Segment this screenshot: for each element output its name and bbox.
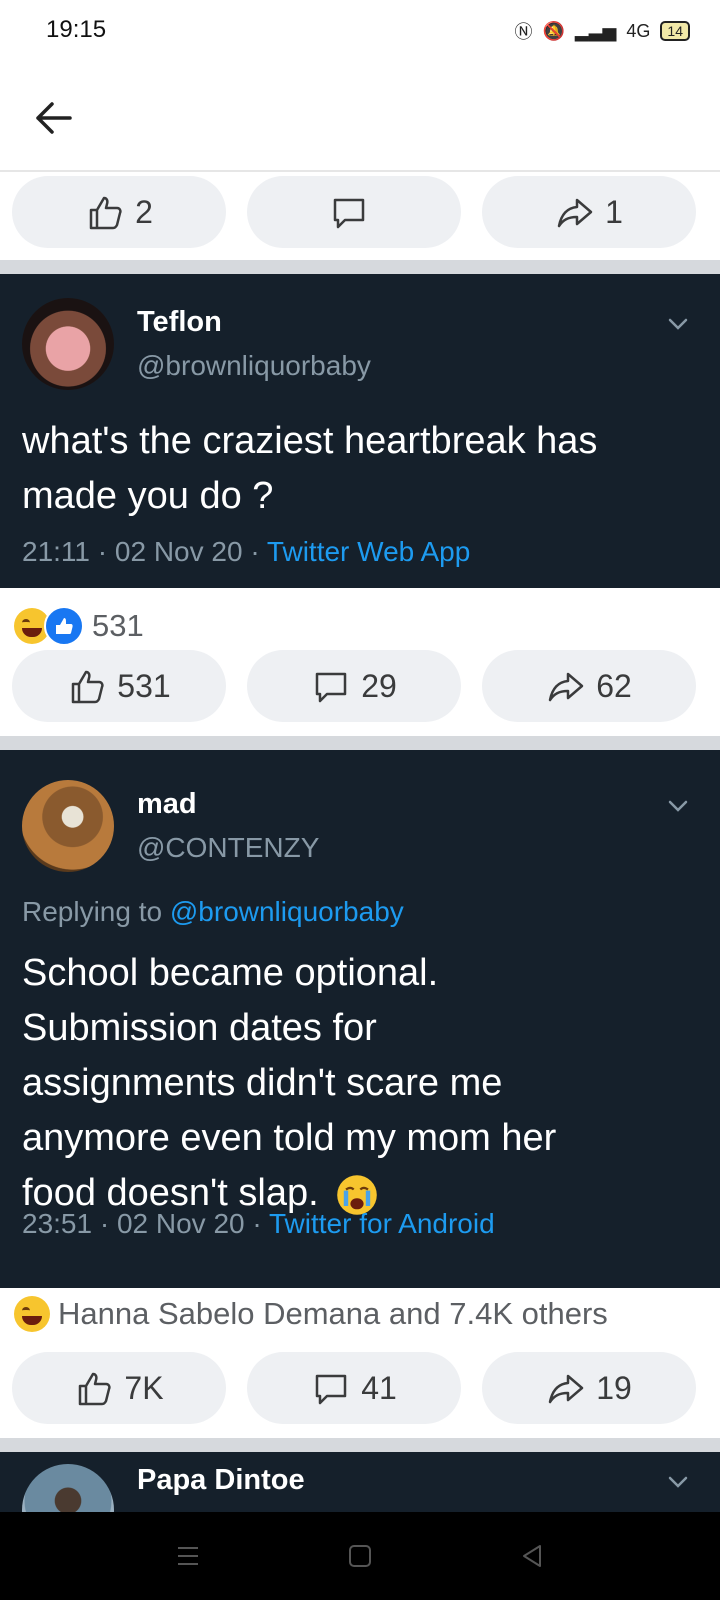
comment-button[interactable] (247, 176, 461, 248)
chevron-down-icon[interactable] (664, 310, 692, 338)
avatar[interactable] (22, 780, 114, 872)
tweet-time: 23:51 (22, 1208, 93, 1239)
share-icon (548, 1374, 584, 1404)
like-count: 531 (117, 667, 171, 704)
separator (0, 736, 720, 750)
tweet-meta: 21:11 · 02 Nov 20 · Twitter Web App (22, 536, 471, 567)
tweet-date: 02 Nov 20 (114, 536, 243, 567)
separator (0, 1438, 720, 1452)
like-count: 7K (124, 1369, 164, 1406)
reactions-summary[interactable]: 531 (14, 606, 144, 646)
back-arrow-icon (36, 102, 72, 134)
app-bar (0, 64, 720, 172)
tweet-text-line: Submission dates for (22, 1007, 377, 1049)
comment-button[interactable]: 29 (247, 650, 461, 722)
comment-icon (333, 198, 365, 229)
share-icon (557, 198, 593, 228)
share-button[interactable]: 19 (482, 1352, 696, 1424)
menu-icon[interactable] (172, 1540, 204, 1572)
like-count: 2 (135, 193, 153, 230)
comment-icon (315, 672, 347, 703)
separator (0, 260, 720, 274)
mute-bell-icon: 🔕 (542, 20, 565, 41)
like-button[interactable]: 531 (12, 650, 226, 722)
tweet-card[interactable]: mad @CONTENZY Replying to @brownliquorba… (0, 750, 720, 1288)
post-action-row: 531 29 62 (0, 646, 720, 736)
user-name[interactable]: Papa Dintoe (137, 1464, 305, 1497)
tweet-time: 21:11 (22, 536, 90, 567)
share-count: 19 (596, 1369, 632, 1406)
tweet-meta: 23:51 · 02 Nov 20 · Twitter for Android (22, 1208, 495, 1239)
tweet-text: what's the craziest heartbreak has made … (22, 414, 702, 524)
tweet-text-line: anymore even told my mom her (22, 1117, 557, 1159)
user-handle[interactable]: @brownliquorbaby (137, 350, 371, 382)
tweet-date: 02 Nov 20 (116, 1208, 245, 1239)
system-nav-bar (0, 1512, 720, 1600)
comment-button[interactable]: 41 (247, 1352, 461, 1424)
tweet-text-line: what's the craziest heartbreak has (22, 420, 598, 462)
home-icon[interactable] (344, 1540, 376, 1572)
user-handle[interactable]: @CONTENZY (137, 832, 319, 864)
status-bar: 19:15 Ⓝ 🔕 ▂▃▅ 4G 14 (0, 0, 720, 64)
thumbs-up-icon (72, 670, 104, 704)
tweet-text-line: School became optional. (22, 952, 439, 994)
tweet-card[interactable]: Papa Dintoe (0, 1452, 720, 1512)
chevron-down-icon[interactable] (664, 792, 692, 820)
share-count: 62 (596, 667, 632, 704)
reaction-count: 531 (92, 608, 144, 643)
replying-to: Replying to @brownliquorbaby (22, 896, 404, 928)
user-name[interactable]: mad (137, 788, 197, 821)
battery-icon: 14 (660, 21, 690, 41)
mention-link[interactable]: @brownliquorbaby (170, 896, 404, 927)
nfc-icon: Ⓝ (514, 22, 533, 42)
tweet-text-line: assignments didn't scare me (22, 1062, 503, 1104)
chevron-down-icon[interactable] (664, 1468, 692, 1496)
thumbs-up-icon (79, 1372, 112, 1406)
share-button[interactable]: 62 (482, 650, 696, 722)
comment-icon (315, 1374, 347, 1405)
top-action-row: 2 1 (0, 172, 720, 260)
share-icon (548, 672, 584, 702)
share-button[interactable]: 1 (482, 176, 696, 248)
tweet-source[interactable]: Twitter for Android (269, 1208, 495, 1239)
thumbs-up-icon (89, 196, 122, 230)
user-name[interactable]: Teflon (137, 306, 222, 339)
post-action-row: 7K 41 19 (0, 1348, 720, 1438)
like-reaction-icon (44, 606, 84, 646)
tweet-card[interactable]: Teflon @brownliquorbaby what's the crazi… (0, 274, 720, 588)
signal-icon: ▂▃▅ (574, 20, 617, 41)
status-time: 19:15 (46, 16, 107, 43)
haha-emoji-icon (14, 1296, 50, 1332)
share-count: 1 (605, 193, 623, 230)
reactions-summary[interactable]: Hanna Sabelo Demana and 7.4K others (14, 1296, 608, 1332)
like-button[interactable]: 7K (12, 1352, 226, 1424)
tweet-source[interactable]: Twitter Web App (267, 536, 470, 567)
avatar[interactable] (22, 298, 114, 390)
comment-count: 29 (361, 667, 397, 704)
comment-count: 41 (361, 1369, 397, 1406)
like-button[interactable]: 2 (12, 176, 226, 248)
network-type: 4G (626, 20, 651, 41)
replying-label: Replying to (22, 896, 163, 927)
back-button[interactable] (26, 90, 82, 146)
reaction-text: Hanna Sabelo Demana and 7.4K others (58, 1296, 608, 1331)
avatar[interactable] (22, 1464, 114, 1512)
status-icons: Ⓝ 🔕 ▂▃▅ 4G 14 (514, 18, 690, 44)
back-triangle-icon[interactable] (516, 1540, 548, 1572)
tweet-text: School became optional. Submission dates… (22, 946, 702, 1221)
tweet-text-line: made you do ? (22, 475, 274, 517)
